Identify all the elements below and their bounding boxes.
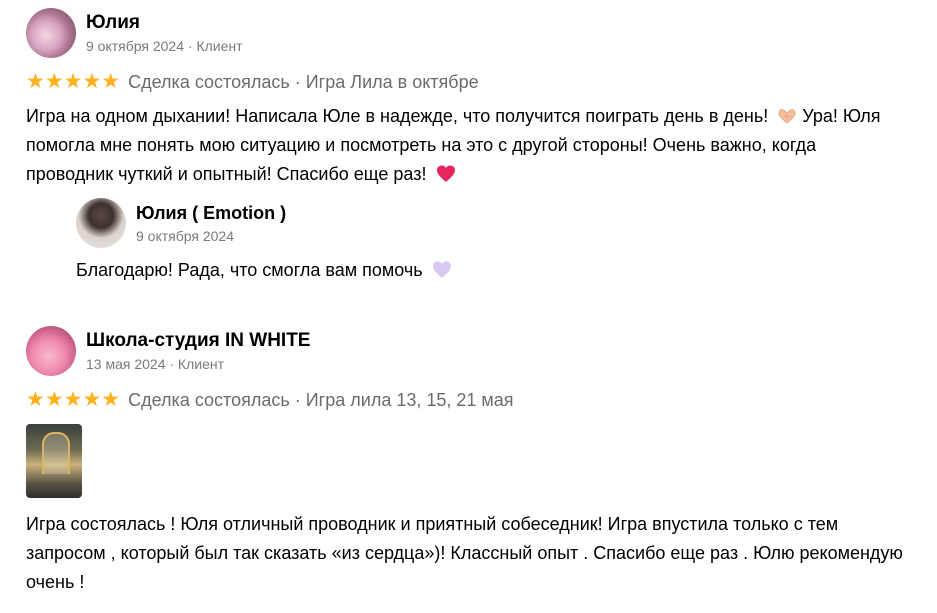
rating-row: ★★★★★ Сделка состоялась · Игра Лила в ок…	[26, 68, 916, 96]
avatar[interactable]	[26, 326, 76, 376]
review-text: Игра состоялась ! Юля отличный проводник…	[26, 514, 903, 592]
author-name[interactable]: Юлия	[86, 12, 243, 34]
light-purple-heart-icon	[432, 261, 451, 278]
author-meta: Школа-студия IN WHITE 13 мая 2024 · Клие…	[86, 326, 310, 374]
review-header: Школа-студия IN WHITE 13 мая 2024 · Клие…	[26, 326, 916, 378]
deal-status: Сделка состоялась · Игра лила 13, 15, 21…	[128, 390, 514, 410]
review-photo[interactable]	[26, 424, 82, 498]
review-card: Юлия 9 октября 2024 · Клиент ★★★★★ Сделк…	[26, 8, 916, 280]
reply-date: 9 октября 2024	[136, 228, 234, 244]
review-text: Игра на одном дыхании! Написала Юле в на…	[26, 102, 906, 189]
reply-meta: Юлия ( Emotion ) 9 октября 2024	[136, 198, 286, 246]
review-text-part: Игра на одном дыхании! Написала Юле в на…	[26, 106, 774, 126]
reply-text-content: Благодарю! Рада, что смогла вам помочь	[76, 260, 428, 280]
owner-reply: Юлия ( Emotion ) 9 октября 2024 Благодар…	[76, 198, 876, 284]
author-name[interactable]: Школа-студия IN WHITE	[86, 330, 310, 352]
reply-header: Юлия ( Emotion ) 9 октября 2024	[76, 198, 876, 250]
red-heart-icon	[436, 165, 455, 182]
star-rating: ★★★★★	[26, 70, 121, 93]
heart-hands-icon	[778, 109, 796, 124]
photo-arch	[42, 432, 70, 474]
review-date-role: 13 мая 2024 · Клиент	[86, 356, 225, 372]
star-rating: ★★★★★	[26, 388, 121, 411]
reply-author[interactable]: Юлия ( Emotion )	[136, 202, 286, 224]
reply-text: Благодарю! Рада, что смогла вам помочь	[76, 256, 876, 284]
review-card: Школа-студия IN WHITE 13 мая 2024 · Клие…	[26, 326, 916, 597]
review-date-role: 9 октября 2024 · Клиент	[86, 38, 243, 54]
author-meta: Юлия 9 октября 2024 · Клиент	[86, 8, 243, 56]
review-header: Юлия 9 октября 2024 · Клиент	[26, 8, 916, 60]
avatar[interactable]	[26, 8, 76, 58]
avatar[interactable]	[76, 198, 126, 248]
rating-row: ★★★★★ Сделка состоялась · Игра лила 13, …	[26, 386, 916, 414]
deal-status: Сделка состоялась · Игра Лила в октябре	[128, 72, 479, 92]
